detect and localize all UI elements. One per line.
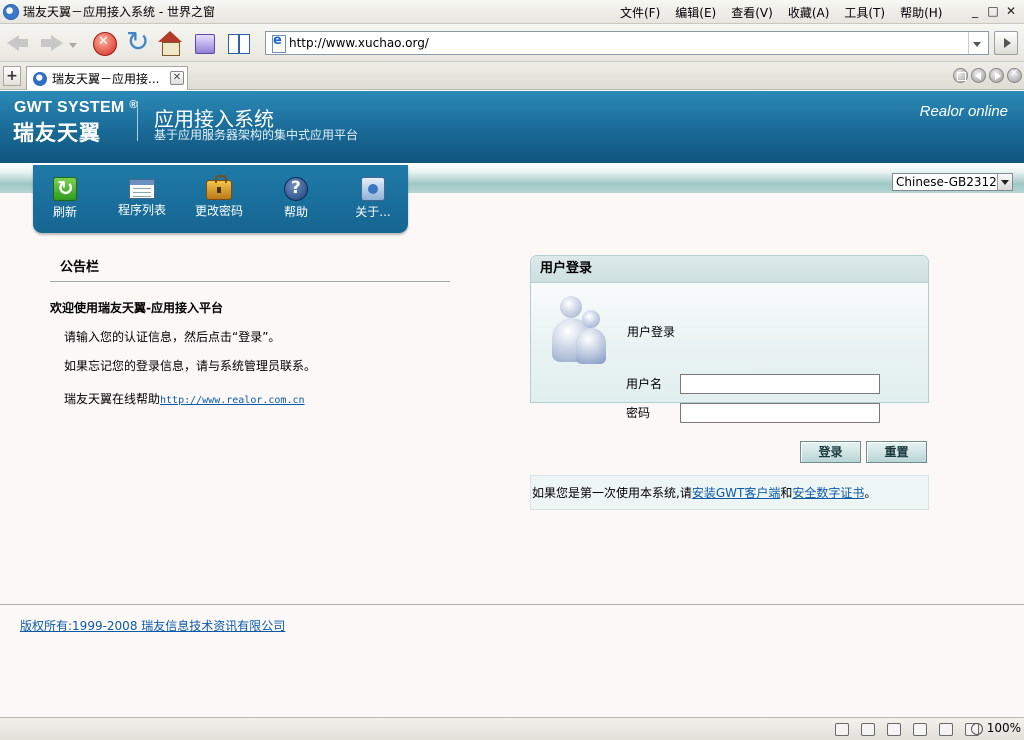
- bulletin-heading: 欢迎使用瑞友天翼-应用接入平台: [50, 301, 223, 315]
- site-header: GWT SYSTEM ® 瑞友天翼 应用接入系统 基于应用服务器架构的集中式应用…: [0, 91, 1024, 163]
- window-title: 瑞友天翼－应用接入系统 - 世界之窗: [23, 5, 215, 19]
- login-subtitle: 用户登录: [627, 325, 676, 339]
- navigation-toolbar: [0, 24, 1024, 62]
- zoom-level: 100%: [986, 721, 1021, 735]
- function-toolbar: 刷新 程序列表 更改密码 帮助 关于...: [33, 165, 408, 233]
- reset-button[interactable]: 重置: [866, 441, 927, 463]
- home-icon[interactable]: [156, 29, 184, 57]
- menu-edit[interactable]: 编辑(E): [675, 4, 716, 21]
- tab-active[interactable]: 瑞友天翼－应用接... ✕: [26, 66, 188, 90]
- footer-divider: [0, 604, 1024, 605]
- status-icons: [824, 722, 980, 736]
- logo-cn: 瑞友天翼: [13, 121, 101, 145]
- username-label: 用户名: [626, 377, 663, 391]
- program-list-button[interactable]: 程序列表: [107, 177, 177, 218]
- menu-favorites[interactable]: 收藏(A): [788, 4, 830, 21]
- tab-label: 瑞友天翼－应用接...: [52, 72, 160, 86]
- status-bar: 100%: [0, 717, 1024, 740]
- refresh-button[interactable]: 刷新: [30, 176, 100, 220]
- window-titlebar: 瑞友天翼－应用接入系统 - 世界之窗 文件(F) 编辑(E) 查看(V) 收藏(…: [0, 0, 1024, 24]
- browser-globe-icon: [3, 3, 19, 20]
- favorites-icon[interactable]: [224, 29, 252, 57]
- menu-tools[interactable]: 工具(T): [844, 4, 885, 21]
- menu-help[interactable]: 帮助(H): [900, 4, 942, 21]
- menu-file[interactable]: 文件(F): [620, 4, 660, 21]
- window-controls: _ □ ✕: [966, 3, 1020, 19]
- install-certificate-link[interactable]: 安全数字证书: [792, 486, 864, 500]
- zoom-control[interactable]: 100%: [970, 721, 1021, 735]
- bulletin-online-help: 瑞友天翼在线帮助http://www.realor.com.cn: [64, 392, 305, 406]
- bulletin-board: 公告栏 欢迎使用瑞友天翼-应用接入平台 请输入您的认证信息，然后点击“登录”。 …: [50, 258, 450, 407]
- stop-icon[interactable]: [90, 29, 118, 57]
- tab-list-icon[interactable]: [953, 68, 968, 83]
- install-client-link[interactable]: 安装GWT客户端: [692, 486, 781, 500]
- help-button[interactable]: 帮助: [261, 177, 331, 220]
- menu-view[interactable]: 查看(V): [731, 4, 773, 21]
- header-divider: [137, 101, 138, 141]
- new-tab-button[interactable]: +: [3, 66, 21, 86]
- realor-online-tagline: Realor online: [919, 103, 1008, 120]
- tab-next-icon[interactable]: [989, 68, 1004, 83]
- forward-icon[interactable]: [38, 29, 66, 57]
- change-password-icon: [206, 175, 232, 200]
- tab-tools: [950, 68, 1022, 83]
- username-input[interactable]: [680, 374, 880, 394]
- address-dropdown-icon[interactable]: [968, 32, 984, 54]
- copyright-link[interactable]: 版权所有:1999-2008 瑞友信息技术资讯有限公司: [20, 617, 285, 634]
- ie-mode-icon[interactable]: [886, 722, 902, 736]
- change-password-button[interactable]: 更改密码: [184, 175, 254, 219]
- close-window-button[interactable]: ✕: [1002, 3, 1020, 19]
- tab-page-icon: [32, 71, 48, 87]
- page-icon: [270, 33, 286, 53]
- back-icon[interactable]: [4, 29, 32, 57]
- refresh-icon[interactable]: [124, 25, 152, 58]
- history-icon[interactable]: [190, 29, 218, 57]
- tab-close-icon[interactable]: ✕: [170, 71, 184, 85]
- program-list-icon: [129, 179, 155, 199]
- about-button[interactable]: 关于...: [338, 177, 408, 220]
- encoding-selected-value: Chinese-GB2312: [896, 175, 997, 189]
- help-link[interactable]: http://www.realor.com.cn: [160, 395, 305, 406]
- page-menu-icon[interactable]: [834, 722, 850, 736]
- go-button[interactable]: [994, 31, 1018, 55]
- minimize-button[interactable]: _: [966, 3, 984, 19]
- tab-prev-icon[interactable]: [971, 68, 986, 83]
- web-page: GWT SYSTEM ® 瑞友天翼 应用接入系统 基于应用服务器架构的集中式应用…: [0, 91, 1024, 717]
- password-label: 密码: [626, 406, 651, 420]
- system-subtitle: 基于应用服务器架构的集中式应用平台: [154, 128, 359, 142]
- maximize-button[interactable]: □: [984, 3, 1002, 19]
- about-icon: [361, 177, 385, 201]
- chevron-down-icon[interactable]: [997, 174, 1012, 190]
- password-input[interactable]: [680, 403, 880, 423]
- bulletin-instruction: 请输入您的认证信息，然后点击“登录”。: [64, 330, 281, 344]
- zoom-icon: [970, 722, 985, 735]
- close-tab-icon[interactable]: [1007, 68, 1022, 83]
- tab-bar: + 瑞友天翼－应用接... ✕: [0, 62, 1024, 90]
- help-icon: [284, 177, 308, 201]
- logo-en: GWT SYSTEM ®: [14, 99, 138, 116]
- bulletin-title: 公告栏: [50, 258, 450, 282]
- first-time-notice: 如果您是第一次使用本系统,请安装GWT客户端和安全数字证书。: [530, 475, 929, 510]
- refresh-icon: [53, 176, 77, 201]
- download-icon[interactable]: [912, 722, 928, 736]
- users-icon: [552, 294, 608, 366]
- address-bar: [265, 31, 989, 55]
- address-input[interactable]: [289, 33, 949, 53]
- bulletin-forgot-info: 如果忘记您的登录信息，请与系统管理员联系。: [64, 359, 317, 373]
- login-button[interactable]: 登录: [800, 441, 861, 463]
- sound-icon[interactable]: [938, 722, 954, 736]
- dropdown-icon[interactable]: [66, 29, 80, 57]
- folder-icon[interactable]: [860, 722, 876, 736]
- menu-bar: 文件(F) 编辑(E) 查看(V) 收藏(A) 工具(T) 帮助(H): [620, 0, 957, 24]
- login-title: 用户登录: [531, 256, 928, 283]
- encoding-select[interactable]: Chinese-GB2312: [892, 173, 1013, 191]
